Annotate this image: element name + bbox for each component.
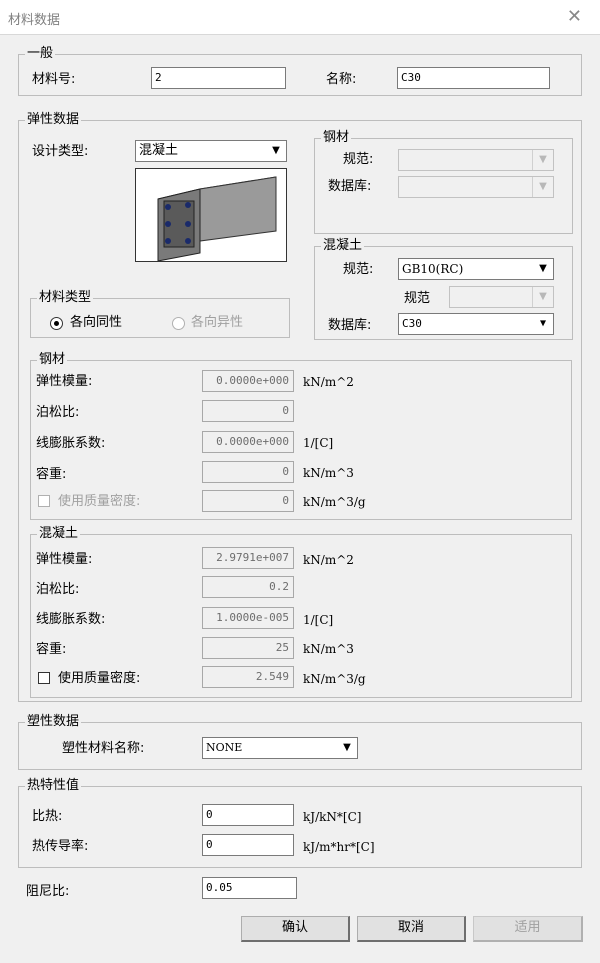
concrete-use-mass-density-checkbox[interactable] [38, 672, 50, 684]
steel-modulus-value: 0.0000e+000 [202, 370, 294, 392]
specific-heat-input[interactable]: 0 [202, 804, 294, 826]
thermal-group: 热特性值 [18, 778, 582, 868]
elastic-legend: 弹性数据 [25, 112, 82, 128]
concrete-code-label: 规范: [343, 262, 374, 277]
specific-heat-label: 比热: [32, 809, 63, 824]
chevron-down-icon: ▼ [343, 742, 351, 753]
damping-label: 阻尼比: [26, 884, 70, 899]
concrete-thermal-exp-label: 线膨胀系数: [36, 612, 106, 627]
concrete-modulus-label: 弹性模量: [36, 552, 93, 567]
steel-props-legend: 钢材 [37, 352, 68, 368]
steel-modulus-label: 弹性模量: [36, 374, 93, 389]
concrete-code-value: GB10(RC) [402, 262, 464, 276]
plastic-legend: 塑性数据 [25, 714, 82, 730]
steel-unit-weight-value: 0 [202, 461, 294, 483]
steel-unit-weight-unit: kN/m^3 [303, 466, 354, 480]
concrete-modulus-unit: kN/m^2 [303, 553, 354, 567]
concrete-code2-select[interactable]: ▼ [449, 286, 554, 308]
chevron-down-icon: ▼ [532, 287, 553, 307]
steel-mass-density-unit: kN/m^3/g [303, 495, 366, 509]
apply-button[interactable]: 适用 [473, 916, 583, 942]
material-type-group: 材料类型 [30, 290, 290, 338]
steel-thermal-exp-value: 0.0000e+000 [202, 431, 294, 453]
close-icon[interactable]: ✕ [567, 6, 582, 27]
concrete-code-legend: 混凝土 [321, 238, 365, 254]
concrete-thermal-exp-unit: 1/[C] [303, 613, 334, 627]
title-bar: 材料数据 ✕ [0, 0, 600, 35]
chevron-down-icon: ▼ [532, 177, 553, 197]
steel-use-mass-density-checkbox[interactable] [38, 495, 50, 507]
steel-unit-weight-label: 容重: [36, 467, 67, 482]
concrete-thermal-exp-value: 1.0000e-005 [202, 607, 294, 629]
steel-thermal-exp-unit: 1/[C] [303, 436, 334, 450]
concrete-props-legend: 混凝土 [37, 526, 81, 542]
cancel-button[interactable]: 取消 [357, 916, 466, 942]
steel-mass-density-label: 使用质量密度: [58, 494, 141, 509]
material-type-legend: 材料类型 [37, 290, 94, 306]
steel-db-label: 数据库: [328, 179, 372, 194]
concrete-unit-weight-label: 容重: [36, 642, 67, 657]
steel-db-select[interactable]: ▼ [398, 176, 554, 198]
concrete-modulus-value: 2.9791e+007 [202, 547, 294, 569]
thermal-legend: 热特性值 [25, 778, 82, 794]
steel-code-select[interactable]: ▼ [398, 149, 554, 171]
ok-button[interactable]: 确认 [241, 916, 350, 942]
concrete-section-image [135, 168, 287, 262]
steel-poisson-label: 泊松比: [36, 405, 80, 420]
steel-code-label: 规范: [343, 152, 374, 167]
chevron-down-icon: ▼ [532, 150, 553, 170]
conductivity-label: 热传导率: [32, 839, 89, 854]
concrete-code2-label: 规范 [404, 291, 431, 306]
design-type-select[interactable]: 混凝土 ▼ [135, 140, 287, 162]
anisotropic-radio[interactable] [172, 317, 185, 330]
conductivity-input[interactable]: 0 [202, 834, 294, 856]
steel-modulus-unit: kN/m^2 [303, 375, 354, 389]
plastic-name-select[interactable]: NONE ▼ [202, 737, 358, 759]
chevron-down-icon: ▼ [272, 145, 280, 156]
concrete-unit-weight-value: 25 [202, 637, 294, 659]
concrete-mass-density-value: 2.549 [202, 666, 294, 688]
concrete-unit-weight-unit: kN/m^3 [303, 642, 354, 656]
concrete-db-label: 数据库: [328, 318, 372, 333]
design-type-label: 设计类型: [32, 144, 89, 159]
plastic-name-label: 塑性材料名称: [62, 741, 145, 756]
steel-mass-density-value: 0 [202, 490, 294, 512]
concrete-mass-density-label: 使用质量密度: [58, 671, 141, 686]
conductivity-unit: kJ/m*hr*[C] [303, 840, 375, 854]
concrete-db-value: C30 [402, 317, 422, 330]
concrete-poisson-label: 泊松比: [36, 582, 80, 597]
concrete-mass-density-unit: kN/m^3/g [303, 672, 366, 686]
isotropic-label[interactable]: 各向同性 [70, 315, 122, 331]
design-type-value: 混凝土 [139, 143, 179, 158]
material-name-label: 名称: [326, 72, 357, 87]
specific-heat-unit: kJ/kN*[C] [303, 810, 362, 824]
steel-thermal-exp-label: 线膨胀系数: [36, 436, 106, 451]
chevron-down-icon: ▼ [539, 318, 547, 329]
damping-input[interactable]: 0.05 [202, 877, 297, 899]
steel-code-legend: 钢材 [321, 130, 352, 146]
steel-poisson-value: 0 [202, 400, 294, 422]
material-name-input[interactable]: C30 [397, 67, 550, 89]
concrete-code-select[interactable]: GB10(RC) ▼ [398, 258, 554, 280]
window-title: 材料数据 [8, 13, 61, 28]
material-id-input[interactable]: 2 [151, 67, 286, 89]
chevron-down-icon: ▼ [539, 263, 547, 274]
isotropic-radio[interactable] [50, 317, 63, 330]
material-id-label: 材料号: [32, 72, 76, 87]
anisotropic-label[interactable]: 各向异性 [191, 315, 243, 331]
general-legend: 一般 [25, 46, 56, 62]
concrete-db-select[interactable]: C30 ▼ [398, 313, 554, 335]
concrete-poisson-value: 0.2 [202, 576, 294, 598]
plastic-name-value: NONE [206, 741, 243, 754]
